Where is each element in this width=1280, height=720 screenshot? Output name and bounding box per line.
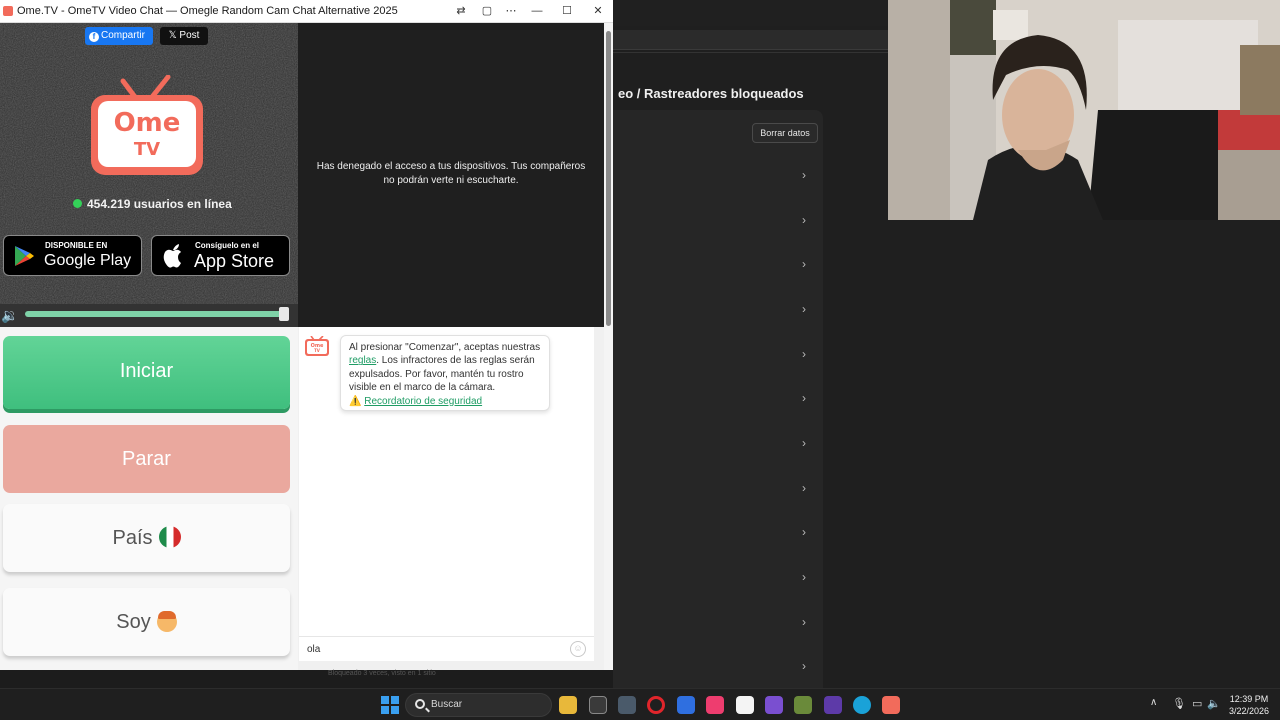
search-icon <box>415 699 425 709</box>
taskbar-search[interactable]: Buscar <box>405 693 552 717</box>
chat-input-value[interactable]: ola <box>307 644 320 655</box>
search-label: Buscar <box>431 699 463 710</box>
chevron-right-icon[interactable]: › <box>802 570 806 584</box>
device-access-denied-message: Has denegado el acceso a tus dispositivo… <box>316 161 586 186</box>
purple-app-icon[interactable] <box>824 696 842 714</box>
window-title: Ome.TV - OmeTV Video Chat — Omegle Rando… <box>17 5 398 17</box>
app-content: f Compartir 𝕏 Post Ome TV 454.219 usuario… <box>0 23 604 670</box>
start-menu-button[interactable] <box>381 696 399 714</box>
boy-emoji-icon <box>156 611 177 632</box>
ometv-logo: Ome TV <box>91 75 203 175</box>
ometv-window: Ome.TV - OmeTV Video Chat — Omegle Rando… <box>0 0 613 670</box>
local-video-panel: f Compartir 𝕏 Post Ome TV 454.219 usuario… <box>0 23 298 327</box>
chevron-right-icon[interactable]: › <box>802 257 806 271</box>
more-options-icon[interactable]: ⋯ <box>502 3 520 19</box>
remote-video-panel: Has denegado el acceso a tus dispositivo… <box>298 23 604 327</box>
control-panel: Iniciar Parar País Soy <box>0 327 298 670</box>
google-play-icon <box>15 246 34 266</box>
system-message-bubble: Al presionar "Comenzar", aceptas nuestra… <box>340 335 550 411</box>
online-users-indicator: 454.219 usuarios en línea <box>73 197 232 211</box>
chat-panel: Ome TV Al presionar "Comenzar", aceptas … <box>299 327 594 636</box>
blue-app-icon[interactable] <box>677 696 695 714</box>
facebook-icon: f <box>89 32 99 42</box>
volume-slider-handle[interactable] <box>279 307 289 321</box>
tray-overflow-icon[interactable]: ∧ <box>1150 697 1157 708</box>
chevron-right-icon[interactable]: › <box>802 481 806 495</box>
country-button[interactable]: País <box>3 504 290 572</box>
title-bar[interactable]: Ome.TV - OmeTV Video Chat — Omegle Rando… <box>0 0 613 23</box>
clock-time: 12:39 PM <box>1229 694 1269 704</box>
chevron-right-icon[interactable]: › <box>802 436 806 450</box>
rules-link[interactable]: reglas <box>349 355 376 366</box>
opera-icon[interactable] <box>647 696 665 714</box>
ometv-taskbar-icon[interactable] <box>882 696 900 714</box>
ometv-avatar-icon: Ome TV <box>305 336 329 356</box>
start-button[interactable]: Iniciar <box>3 336 290 409</box>
chevron-right-icon[interactable]: › <box>802 302 806 316</box>
scrollbar-thumb[interactable] <box>606 31 611 326</box>
logo-text-ome: Ome <box>114 108 181 138</box>
google-play-badge[interactable]: DISPONIBLE EN Google Play <box>3 235 142 276</box>
warning-icon: ⚠️ <box>349 395 362 407</box>
minecraft-icon[interactable] <box>794 696 812 714</box>
country-label: País <box>112 527 153 549</box>
tracker-list-card <box>613 110 823 688</box>
media-player-icon[interactable] <box>618 696 636 714</box>
tiktok-icon[interactable] <box>706 696 724 714</box>
taskbar: Buscar ∧ 🎙 ▭ 🔈 12:39 PM 3/22/2026 <box>0 688 1280 720</box>
file-explorer-icon[interactable] <box>559 696 577 714</box>
notepad-icon[interactable] <box>736 696 754 714</box>
x-icon: 𝕏 <box>168 30 180 41</box>
chevron-right-icon[interactable]: › <box>802 615 806 629</box>
translate-icon[interactable]: ⇄ <box>452 3 470 19</box>
avatar-logo-tv: TV <box>314 348 321 353</box>
visual-studio-icon[interactable] <box>765 696 783 714</box>
clear-data-button[interactable]: Borrar datos <box>752 123 818 143</box>
chevron-right-icon[interactable]: › <box>802 213 806 227</box>
maximize-button[interactable]: ☐ <box>558 3 576 19</box>
gender-button[interactable]: Soy <box>3 588 290 656</box>
online-users-count: 454.219 usuarios en línea <box>87 197 232 211</box>
background-address-bar[interactable] <box>613 30 888 50</box>
chevron-right-icon[interactable]: › <box>802 659 806 673</box>
desktop: eo / Rastreadores bloqueados Borrar dato… <box>0 0 1280 720</box>
gender-label: Soy <box>116 611 151 633</box>
edge-icon[interactable] <box>853 696 871 714</box>
mexico-flag-icon <box>158 526 181 548</box>
logo-text-tv: TV <box>134 139 160 160</box>
breadcrumb: eo / Rastreadores bloqueados <box>618 86 804 101</box>
online-status-dot <box>73 199 82 208</box>
chevron-right-icon[interactable]: › <box>802 525 806 539</box>
webcam-image <box>888 0 1280 220</box>
emoji-icon[interactable]: ☺ <box>570 641 586 657</box>
clock-date: 3/22/2026 <box>1228 706 1270 716</box>
stop-button[interactable]: Parar <box>3 425 290 493</box>
volume-slider-track[interactable] <box>25 311 287 317</box>
app-window-icon[interactable]: ▢ <box>478 3 496 19</box>
app-store-badge[interactable]: Consíguelo en el App Store <box>151 235 290 276</box>
chevron-right-icon[interactable]: › <box>802 347 806 361</box>
volume-icon[interactable]: 🔈 <box>1207 697 1221 710</box>
app-with-notification-icon[interactable] <box>589 696 607 714</box>
window-scrollbar[interactable] <box>604 23 613 670</box>
safety-reminder-link[interactable]: Recordatorio de seguridad <box>364 396 482 407</box>
close-button[interactable]: ✕ <box>589 3 607 19</box>
chevron-right-icon[interactable]: › <box>802 391 806 405</box>
facebook-share-button[interactable]: f Compartir <box>85 27 153 45</box>
network-icon[interactable]: ▭ <box>1192 697 1202 710</box>
x-post-button[interactable]: 𝕏 Post <box>160 27 208 45</box>
microphone-icon[interactable]: 🎙 <box>1172 697 1186 710</box>
speaker-icon[interactable]: 🔉 <box>1 307 18 324</box>
apple-icon <box>163 244 181 268</box>
minimize-button[interactable]: — <box>528 3 546 19</box>
chevron-right-icon[interactable]: › <box>802 168 806 182</box>
app-icon <box>3 6 13 16</box>
chat-input[interactable]: ola ☺ <box>299 636 594 661</box>
system-clock[interactable]: 12:39 PM 3/22/2026 <box>1224 693 1274 717</box>
webcam-preview <box>888 0 1280 220</box>
tracker-footnote: Bloqueado 3 veces, visto en 1 sitio <box>328 670 436 677</box>
